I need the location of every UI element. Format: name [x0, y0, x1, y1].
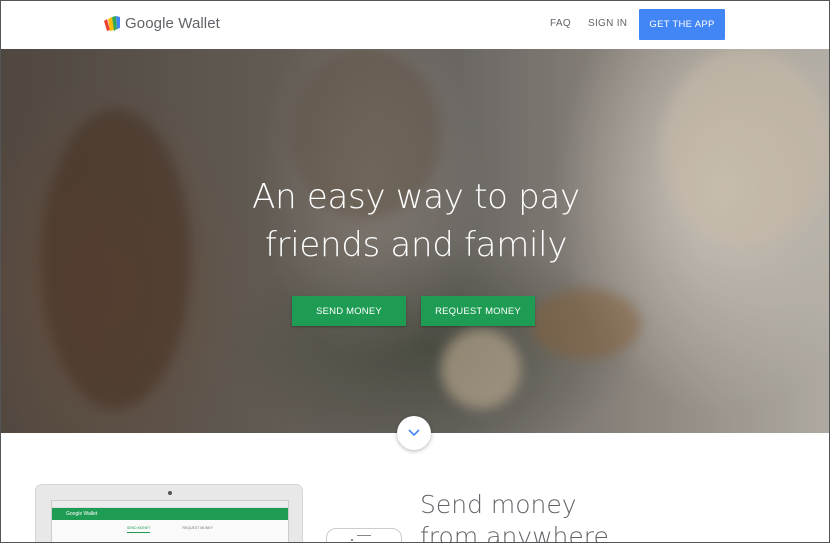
section-heading-line2: from anywhere	[420, 522, 609, 543]
hero-headline-line1: An easy way to pay	[252, 177, 580, 217]
laptop-camera	[168, 491, 172, 495]
page: Google Wallet FAQ SIGN IN GET THE APP An…	[0, 0, 830, 543]
request-money-button[interactable]: REQUEST MONEY	[421, 296, 535, 326]
hero-background-image	[441, 329, 521, 409]
get-the-app-button[interactable]: GET THE APP	[639, 9, 725, 40]
google-wallet-logo[interactable]: Google Wallet	[103, 15, 220, 32]
chevron-down-icon	[408, 429, 420, 437]
screen-tabs: SEND MONEY REQUEST MONEY	[52, 526, 288, 533]
hero-headline: An easy way to pay friends and family	[1, 173, 829, 269]
scroll-down-button[interactable]	[397, 416, 431, 450]
send-money-button[interactable]: SEND MONEY	[292, 296, 406, 326]
laptop-illustration: Google Wallet SEND MONEY REQUEST MONEY	[35, 484, 303, 542]
hero-banner: An easy way to pay friends and family SE…	[1, 49, 829, 433]
wallet-logo-icon	[104, 15, 120, 31]
laptop-screen: Google Wallet SEND MONEY REQUEST MONEY	[51, 500, 289, 542]
logo-text: Google Wallet	[125, 15, 220, 32]
top-nav-bar: Google Wallet FAQ SIGN IN GET THE APP	[1, 1, 829, 49]
hero-headline-line2: friends and family	[264, 225, 568, 265]
screen-app-bar: Google Wallet	[52, 508, 288, 520]
screen-browser-chrome	[52, 501, 288, 508]
screen-tab-send: SEND MONEY	[126, 526, 151, 533]
section-heading: Send money from anywhere	[420, 489, 609, 543]
section-heading-line1: Send money	[420, 490, 577, 519]
screen-app-title: Google Wallet	[66, 511, 98, 517]
hero-background-image	[531, 289, 641, 359]
phone-illustration	[326, 528, 402, 542]
phone-camera	[351, 539, 353, 541]
nav-faq-link[interactable]: FAQ	[550, 18, 571, 29]
nav-sign-in-link[interactable]: SIGN IN	[588, 18, 627, 29]
phone-speaker	[357, 535, 371, 536]
screen-tab-request: REQUEST MONEY	[182, 526, 214, 530]
